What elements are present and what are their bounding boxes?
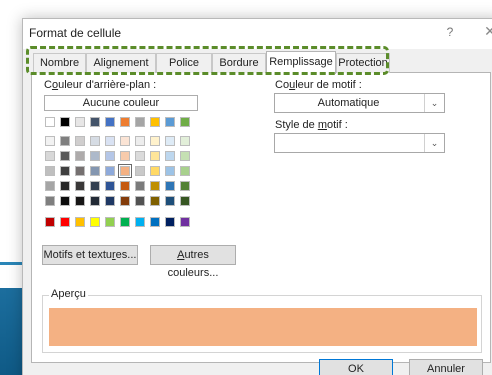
- color-swatch[interactable]: [165, 136, 175, 146]
- color-swatch[interactable]: [45, 196, 55, 206]
- color-swatch[interactable]: [60, 166, 70, 176]
- color-swatch[interactable]: [90, 196, 100, 206]
- pattern-color-value: Automatique: [317, 97, 380, 109]
- color-swatch[interactable]: [180, 117, 190, 127]
- pattern-color-select[interactable]: Automatique ⌄: [274, 93, 445, 113]
- color-swatch[interactable]: [120, 217, 130, 227]
- tab-alignement[interactable]: Alignement: [86, 53, 156, 73]
- preview-label: Aperçu: [49, 288, 88, 300]
- pattern-style-label: Style de motif :: [275, 119, 348, 131]
- tab-strip: Nombre Alignement Police Bordure Remplis…: [31, 51, 491, 74]
- color-swatch[interactable]: [150, 166, 160, 176]
- color-swatch[interactable]: [120, 151, 130, 161]
- color-swatch[interactable]: [135, 196, 145, 206]
- color-swatch[interactable]: [135, 217, 145, 227]
- color-swatch[interactable]: [45, 117, 55, 127]
- color-swatch[interactable]: [75, 181, 85, 191]
- color-swatch[interactable]: [60, 181, 70, 191]
- color-swatch[interactable]: [75, 151, 85, 161]
- color-swatch[interactable]: [180, 151, 190, 161]
- color-swatch[interactable]: [120, 117, 130, 127]
- color-swatch[interactable]: [150, 217, 160, 227]
- more-colors-button[interactable]: Autres couleurs...: [150, 245, 236, 279]
- color-swatch[interactable]: [75, 136, 85, 146]
- pattern-style-select[interactable]: ⌄: [274, 133, 445, 153]
- dialog-titlebar: Format de cellule ? ✕: [23, 19, 492, 49]
- color-swatch[interactable]: [60, 136, 70, 146]
- color-swatch[interactable]: [105, 136, 115, 146]
- tab-protection[interactable]: Protection: [336, 53, 390, 73]
- color-swatch[interactable]: [120, 181, 130, 191]
- color-swatch[interactable]: [150, 181, 160, 191]
- color-swatch[interactable]: [90, 181, 100, 191]
- background-color-label: Couleur d'arrière-plan :: [44, 79, 157, 91]
- color-swatch[interactable]: [135, 166, 145, 176]
- patterns-textures-button[interactable]: Motifs et textures...: [42, 245, 138, 265]
- color-swatch[interactable]: [150, 117, 160, 127]
- no-color-button[interactable]: Aucune couleur: [44, 95, 198, 111]
- tab-nombre[interactable]: Nombre: [33, 53, 86, 73]
- ok-button[interactable]: OK: [319, 359, 393, 375]
- color-swatch[interactable]: [165, 196, 175, 206]
- color-swatch[interactable]: [165, 151, 175, 161]
- color-swatch[interactable]: [105, 196, 115, 206]
- color-swatch[interactable]: [165, 166, 175, 176]
- color-swatch[interactable]: [60, 217, 70, 227]
- tab-remplissage[interactable]: Remplissage: [266, 51, 336, 74]
- tab-police[interactable]: Police: [156, 53, 212, 73]
- color-swatch[interactable]: [180, 166, 190, 176]
- dialog-title: Format de cellule: [29, 26, 122, 40]
- color-swatch[interactable]: [135, 151, 145, 161]
- color-swatch[interactable]: [75, 166, 85, 176]
- color-swatch[interactable]: [45, 136, 55, 146]
- color-swatch[interactable]: [105, 117, 115, 127]
- color-swatch[interactable]: [120, 196, 130, 206]
- pattern-color-label: Couleur de motif :: [275, 79, 362, 91]
- color-swatch[interactable]: [45, 181, 55, 191]
- color-swatch[interactable]: [120, 136, 130, 146]
- color-swatch[interactable]: [135, 136, 145, 146]
- preview-group: Aperçu: [42, 288, 482, 353]
- tab-bordure[interactable]: Bordure: [212, 53, 266, 73]
- color-swatch[interactable]: [135, 117, 145, 127]
- color-swatch[interactable]: [180, 181, 190, 191]
- color-swatch[interactable]: [75, 196, 85, 206]
- help-icon[interactable]: ?: [442, 25, 458, 41]
- color-swatch[interactable]: [90, 151, 100, 161]
- cancel-button[interactable]: Annuler: [409, 359, 483, 375]
- color-swatch[interactable]: [165, 117, 175, 127]
- fill-tab-panel: Couleur d'arrière-plan : Aucune couleur …: [31, 73, 491, 363]
- color-swatch[interactable]: [90, 117, 100, 127]
- color-swatch[interactable]: [60, 196, 70, 206]
- color-swatch[interactable]: [75, 117, 85, 127]
- color-swatch[interactable]: [105, 181, 115, 191]
- color-swatch[interactable]: [165, 217, 175, 227]
- color-swatch[interactable]: [105, 166, 115, 176]
- color-swatch[interactable]: [90, 136, 100, 146]
- color-swatch[interactable]: [60, 117, 70, 127]
- color-swatch[interactable]: [118, 164, 132, 178]
- color-swatch[interactable]: [90, 217, 100, 227]
- color-swatch[interactable]: [180, 196, 190, 206]
- color-swatch[interactable]: [45, 217, 55, 227]
- chevron-down-icon: ⌄: [424, 94, 444, 112]
- preview-swatch: [49, 308, 477, 346]
- color-swatch[interactable]: [180, 136, 190, 146]
- color-swatch[interactable]: [165, 181, 175, 191]
- color-swatch[interactable]: [90, 166, 100, 176]
- color-swatch[interactable]: [135, 181, 145, 191]
- close-icon[interactable]: ✕: [481, 23, 492, 41]
- color-swatch[interactable]: [105, 151, 115, 161]
- color-swatch[interactable]: [150, 136, 160, 146]
- color-swatch[interactable]: [105, 217, 115, 227]
- color-swatch[interactable]: [150, 196, 160, 206]
- color-swatch[interactable]: [180, 217, 190, 227]
- color-swatch[interactable]: [60, 151, 70, 161]
- color-swatch[interactable]: [75, 217, 85, 227]
- color-swatch[interactable]: [150, 151, 160, 161]
- format-cells-dialog: Format de cellule ? ✕ Nombre Alignement …: [22, 18, 492, 375]
- color-swatch[interactable]: [45, 166, 55, 176]
- color-swatch[interactable]: [45, 151, 55, 161]
- chevron-down-icon: ⌄: [424, 134, 444, 152]
